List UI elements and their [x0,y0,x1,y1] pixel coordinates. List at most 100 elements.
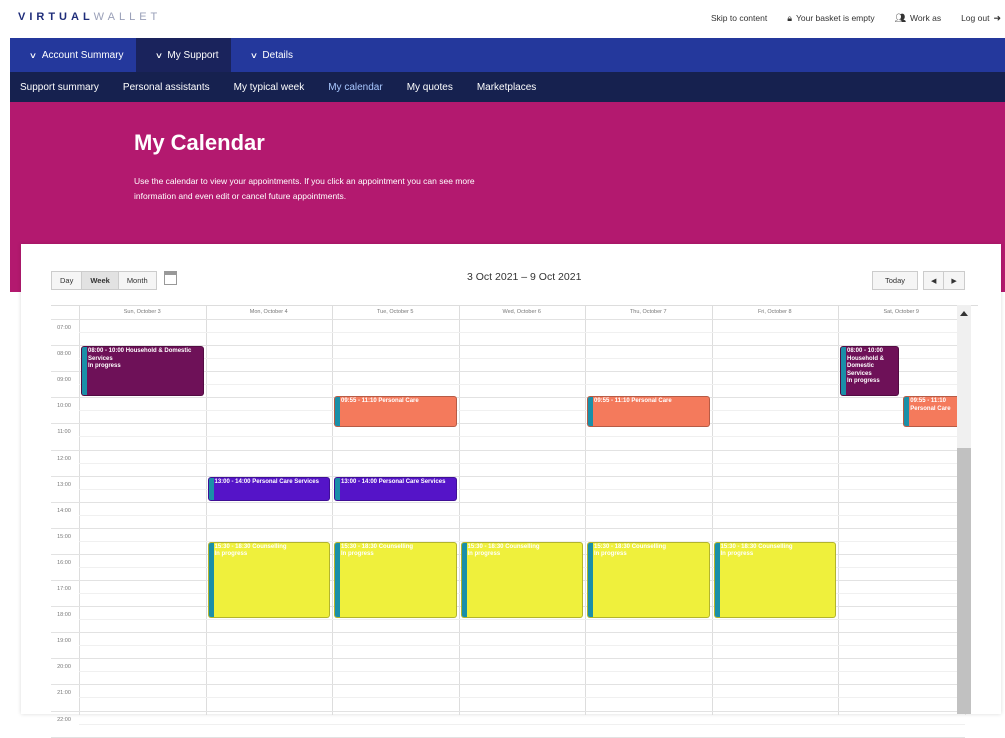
hour-line [51,501,965,503]
column-divider [205,306,207,715]
scroll-up-icon[interactable] [960,311,968,316]
event-status: In progress [467,551,501,558]
hour-line [51,710,965,712]
top-bar: VIRTUALWALLET Skip to content 🔒︎ Your ba… [0,0,1005,38]
time-label: 18:00 [57,612,71,619]
calendar-scrollbar[interactable] [957,305,971,714]
event-status-stripe [904,397,910,426]
prev-week-button[interactable]: ◀ [923,271,945,290]
appointment-event[interactable]: 08:00 - 10:00 Household & Domestic Servi… [81,346,204,397]
time-label: 12:00 [57,455,71,462]
header-divider [51,319,957,320]
half-hour-line [79,671,965,673]
month-view-button[interactable]: Month [118,271,157,290]
logout-icon: ➜ [993,12,1001,23]
appointment-event[interactable]: 09:55 - 11:10 Personal Care [903,396,963,427]
subnav-my-typical-week[interactable]: My typical week [222,72,317,102]
event-text: 13:00 - 14:00 Personal Care Services [341,479,454,487]
event-text: 15:30 - 18:30 Counselling In progress [721,544,834,559]
appointment-event[interactable]: 13:00 - 14:00 Personal Care Services [207,476,330,501]
appointment-event[interactable]: 09:55 - 11:10 Personal Care [587,396,710,427]
basket-link[interactable]: 🔒︎ Your basket is empty [787,13,874,23]
basket-icon: 🔒︎ [787,12,793,23]
event-status: In progress [341,551,374,558]
hour-line [51,527,965,529]
subnav-my-quotes[interactable]: My quotes [395,72,465,102]
event-status-stripe [588,397,593,426]
week-grid: Sun, October 3 Mon, October 4 Tue, October… [51,305,978,738]
half-hour-line [79,723,965,725]
event-title: 15:30 - 18:30 Counselling [214,543,287,550]
appointment-event[interactable]: 15:30 - 18:30 Counselling In progress [713,541,836,619]
hour-line [51,397,965,399]
subnav-marketplaces[interactable]: Marketplaces [465,72,548,102]
nav-account-summary[interactable]: ∨ Account Summary [10,38,136,72]
chevron-down-icon: ∨ [28,50,38,60]
chevron-down-icon: ∨ [154,50,163,60]
nav-my-support[interactable]: ∨ My Support [135,38,231,72]
pager: ◀ ▶ [923,271,965,290]
event-status-stripe [335,397,340,426]
utility-links: Skip to content 🔒︎ Your basket is empty … [711,13,1001,23]
event-text: 13:00 - 14:00 Personal Care Services [215,479,328,487]
appointment-event[interactable]: 09:55 - 11:10 Personal Care [334,396,457,427]
brand-logo[interactable]: VIRTUALWALLET [18,11,161,23]
day-header: Fri, October 8 [757,309,792,315]
event-text: 09:55 - 11:10 Personal Care [341,398,454,406]
time-label: 15:00 [57,533,71,540]
time-label: 14:00 [57,507,71,514]
time-label: 10:00 [57,403,71,410]
users-icon: 👥︎ [894,12,907,23]
work-as-link[interactable]: 👥︎ Work as [895,13,941,23]
week-view-button[interactable]: Week [82,271,119,290]
logout-label: Log out [961,13,990,23]
appointment-event[interactable]: 15:30 - 18:30 Counselling In progress [207,541,330,619]
hour-line [51,658,965,660]
event-status-stripe [714,542,720,618]
view-switcher: Day Week Month [51,271,157,290]
nav-label: My Support [167,49,219,61]
event-status: In progress [847,378,880,385]
today-button[interactable]: Today [872,271,919,290]
event-title: 09:55 - 11:10 Personal Care [910,398,951,412]
half-hour-line [79,358,965,360]
half-hour-line [79,645,965,647]
column-divider [585,306,586,715]
event-status-stripe [461,542,467,618]
logout-link[interactable]: Log out ➜ [961,13,1001,23]
event-status-stripe [335,477,340,500]
half-hour-line [79,462,965,464]
main-nav: ∨ Account Summary ∨ My Support ∨ Details [10,38,1005,72]
event-status: In progress [720,551,754,558]
day-view-button[interactable]: Day [51,271,83,290]
subnav-support-summary[interactable]: Support summary [10,72,111,102]
event-text: 15:30 - 18:30 Counselling In progress [215,544,328,559]
appointment-event[interactable]: 08:00 - 10:00 Household & Domestic Servi… [840,346,900,397]
column-divider [332,306,333,715]
subnav-personal-assistants[interactable]: Personal assistants [111,72,222,102]
appointment-event[interactable]: 15:30 - 18:30 Counselling In progress [587,541,710,619]
time-label: 07:00 [57,325,71,331]
event-status: In progress [88,363,121,370]
event-title: 13:00 - 14:00 Personal Care Services [214,478,319,485]
scroll-thumb[interactable] [957,448,971,714]
day-header: Mon, October 4 [249,309,288,315]
event-status-stripe [82,347,87,396]
event-status-stripe [208,542,214,618]
event-title: 15:30 - 18:30 Counselling [467,543,540,550]
calendar-picker-icon[interactable] [164,271,177,285]
chevron-down-icon: ∨ [249,50,258,60]
appointment-event[interactable]: 15:30 - 18:30 Counselling In progress [460,541,583,619]
calendar-card: Day Week Month 3 Oct 2021 – 9 Oct 2021 T… [21,244,1001,738]
skip-to-content-link[interactable]: Skip to content [711,13,767,23]
appointment-event[interactable]: 13:00 - 14:00 Personal Care Services [334,476,457,501]
event-text: 08:00 - 10:00 Household & Domestic Servi… [88,348,201,371]
event-title: 15:30 - 18:30 Counselling [720,543,793,550]
nav-details[interactable]: ∨ Details [231,38,305,72]
appointment-event[interactable]: 15:30 - 18:30 Counselling In progress [334,541,457,619]
subnav-my-calendar[interactable]: My calendar [316,72,394,102]
next-week-button[interactable]: ▶ [944,271,965,290]
hour-line [51,684,965,686]
hour-line [51,449,965,451]
half-hour-line [79,384,965,386]
